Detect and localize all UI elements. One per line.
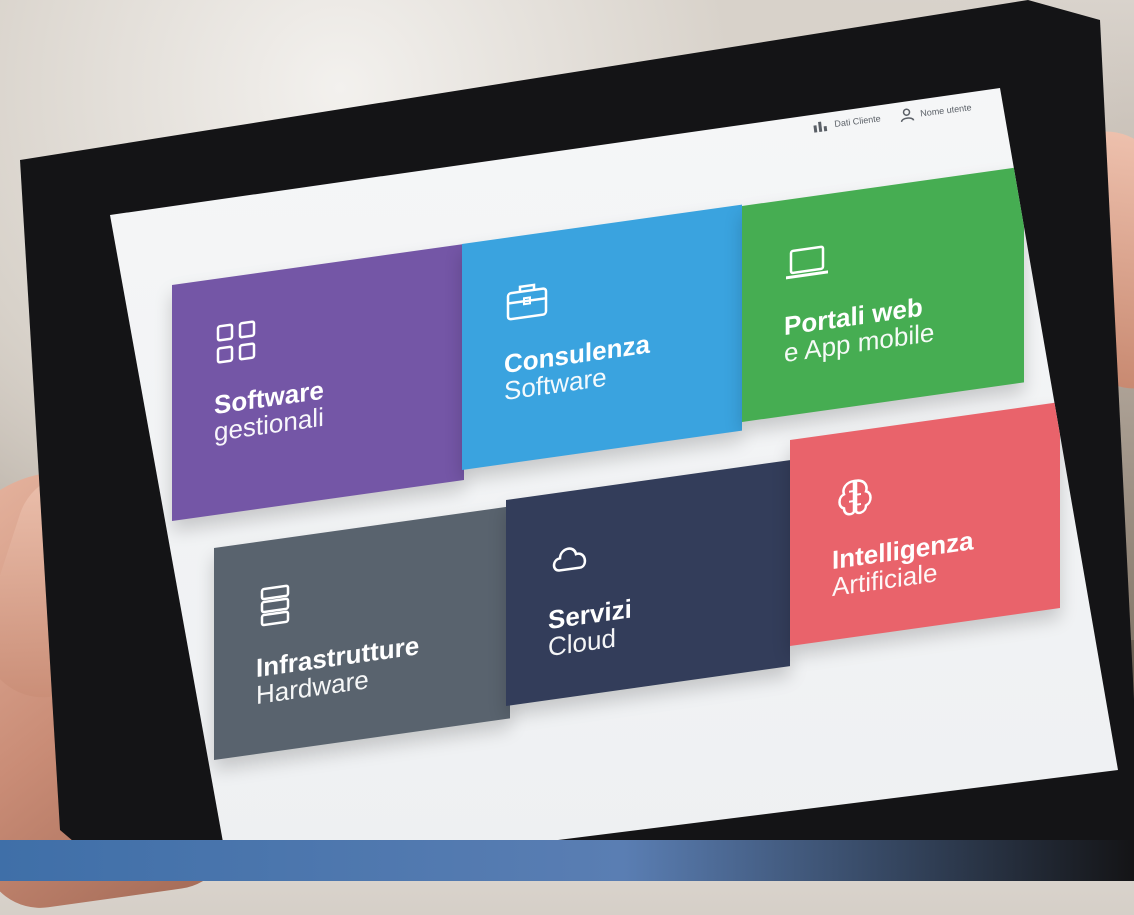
cloud-icon [552, 547, 587, 572]
server-icon [260, 584, 290, 627]
chart-icon [813, 121, 828, 133]
clients-link[interactable]: Dati Cliente [812, 111, 882, 133]
tablet-device: Dati Cliente Nome utente Software gestio… [0, 0, 1134, 881]
brain-icon [838, 479, 872, 516]
tile-consulenza-software[interactable]: Consulenza Software [462, 204, 742, 470]
user-icon [900, 108, 914, 123]
bottom-banner [0, 840, 1134, 881]
laptop-icon [786, 245, 828, 280]
tile-software-gestionali[interactable]: Software gestionali [172, 243, 464, 521]
tile-intelligenza-artificiale[interactable]: Intelligenza Artificiale [790, 402, 1060, 646]
tile-portali-web[interactable]: Portali web e App mobile [742, 166, 1024, 422]
clients-label: Dati Cliente [833, 113, 882, 130]
briefcase-icon [506, 283, 548, 321]
grid-icon [216, 320, 256, 364]
user-menu[interactable]: Nome utente [898, 100, 973, 123]
user-label: Nome utente [919, 102, 973, 119]
tile-servizi-cloud[interactable]: Servizi Cloud [506, 460, 790, 706]
tile-infrastrutture-hardware[interactable]: Infrastrutture Hardware [214, 506, 510, 760]
